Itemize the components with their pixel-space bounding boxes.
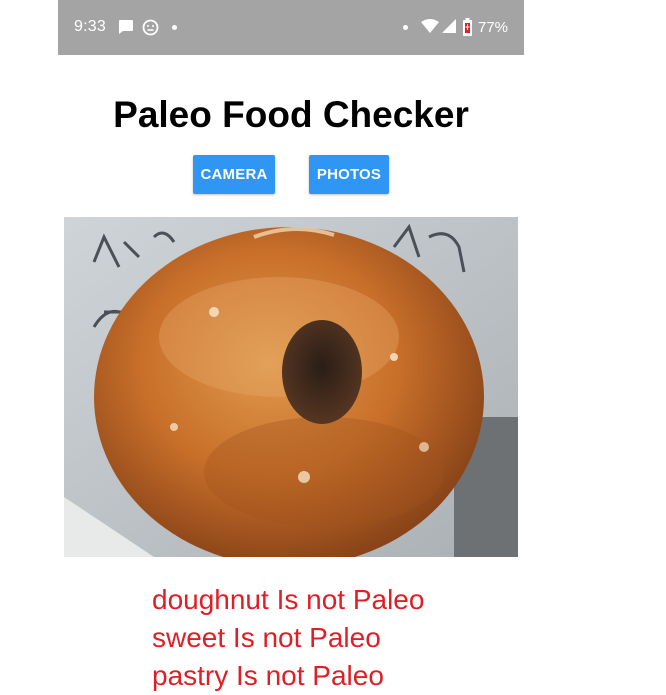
photos-button[interactable]: PHOTOS <box>309 155 389 194</box>
notification-dot-icon <box>403 25 408 30</box>
signal-icon <box>442 19 456 39</box>
result-item: sweet Is not Paleo <box>152 622 381 653</box>
battery-percent: 77% <box>478 19 509 36</box>
result-item: doughnut Is not Paleo <box>152 584 425 615</box>
face-icon <box>142 19 159 41</box>
doughnut-photo <box>64 217 518 557</box>
status-bar: 9:33 77% <box>58 0 524 55</box>
page-title: Paleo Food Checker <box>113 94 469 135</box>
battery-icon <box>462 18 473 41</box>
wifi-icon <box>421 19 439 39</box>
status-time: 9:33 <box>74 18 106 35</box>
camera-button[interactable]: CAMERA <box>193 155 275 194</box>
chat-icon <box>117 19 134 40</box>
notification-dot-icon <box>172 25 177 30</box>
result-list: doughnut Is not Paleo sweet Is not Paleo… <box>152 581 424 695</box>
result-item: pastry Is not Paleo <box>152 660 384 691</box>
